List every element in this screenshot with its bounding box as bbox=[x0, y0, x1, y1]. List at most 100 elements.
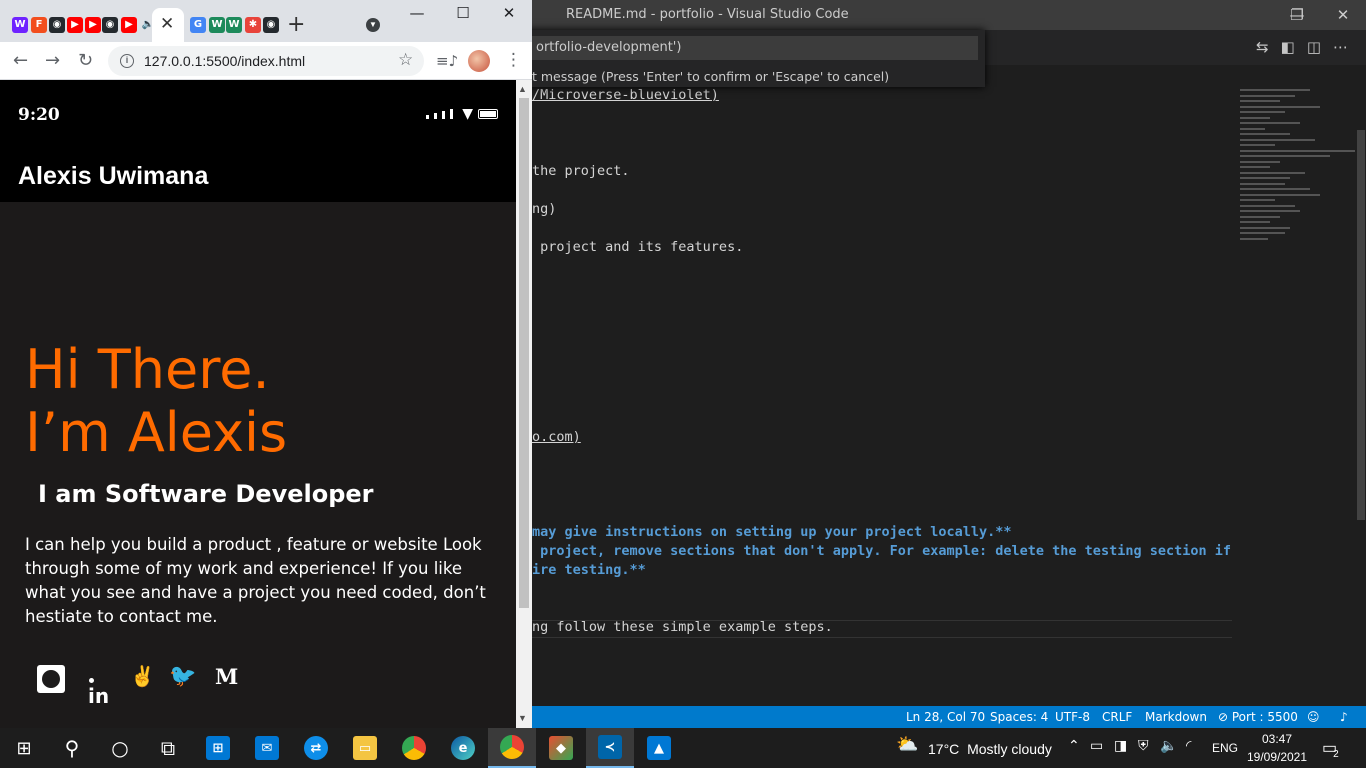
commit-message-input[interactable]: ortfolio-development') bbox=[530, 36, 978, 60]
more-actions-icon[interactable]: ⋯ bbox=[1333, 38, 1348, 56]
editor-line[interactable]: /Microverse-blueviolet) bbox=[532, 87, 719, 103]
minimap[interactable] bbox=[1232, 87, 1356, 247]
teamviewer-icon[interactable]: ⇄ bbox=[292, 728, 340, 768]
back-icon[interactable]: ← bbox=[13, 50, 28, 71]
minimap-line bbox=[1240, 138, 1315, 141]
task-view-icon[interactable]: ⧉ bbox=[144, 728, 192, 768]
figma-icon[interactable]: F bbox=[31, 17, 47, 33]
editor-line[interactable]: ng follow these simple example steps. bbox=[532, 619, 833, 635]
mail-icon[interactable]: ✉ bbox=[243, 728, 291, 768]
angellist-icon[interactable]: ✌ bbox=[130, 664, 155, 688]
end-of-line[interactable]: CRLF bbox=[1102, 710, 1132, 724]
encoding[interactable]: UTF-8 bbox=[1055, 710, 1090, 724]
tab-close-icon[interactable]: ✕ bbox=[160, 14, 174, 34]
github-icon[interactable]: ◉ bbox=[49, 17, 65, 33]
close-button[interactable]: ✕ bbox=[1320, 0, 1366, 30]
editor-line[interactable]: o.com) bbox=[532, 429, 581, 445]
address-bar[interactable]: i 127.0.0.1:5500/index.html ☆ bbox=[108, 46, 424, 76]
chrome-profile-icon[interactable] bbox=[488, 728, 536, 768]
editor-scrollbar-thumb[interactable] bbox=[1357, 130, 1365, 520]
minimize-button[interactable]: — bbox=[394, 4, 440, 28]
asterisk-icon[interactable]: ✱ bbox=[245, 17, 261, 33]
input-language[interactable]: ENG bbox=[1212, 741, 1238, 755]
cursor-position[interactable]: Ln 28, Col 70 bbox=[906, 710, 985, 724]
github-icon[interactable]: ◉ bbox=[102, 17, 118, 33]
medium-icon[interactable]: M bbox=[215, 664, 238, 689]
forward-icon[interactable]: → bbox=[45, 50, 60, 71]
editor-line[interactable]: ire testing.** bbox=[532, 562, 646, 578]
scroll-down-arrow-icon[interactable]: ▼ bbox=[518, 713, 527, 723]
editor-line[interactable]: ng) bbox=[532, 201, 556, 217]
broadcast-icon: ⊘ bbox=[1218, 710, 1232, 724]
microverse-icon[interactable]: W bbox=[12, 17, 28, 33]
tab-search-icon[interactable]: ▼ bbox=[366, 18, 380, 32]
github-icon[interactable]: ◉ bbox=[263, 17, 279, 33]
editor-line[interactable]: project, remove sections that don't appl… bbox=[532, 543, 1231, 559]
maximize-button[interactable]: ☐ bbox=[440, 4, 486, 28]
bookmark-star-icon[interactable]: ☆ bbox=[398, 50, 413, 70]
minimap-line bbox=[1240, 177, 1290, 179]
antivirus-icon[interactable]: ◨ bbox=[1114, 738, 1127, 754]
youtube-icon[interactable]: ▶ bbox=[121, 17, 137, 33]
new-tab-button[interactable]: + bbox=[287, 12, 305, 37]
restore-button[interactable]: ❐ bbox=[1274, 0, 1320, 30]
edge-icon[interactable]: e bbox=[439, 728, 487, 768]
security-shield-icon[interactable]: ⛨ bbox=[1138, 738, 1149, 754]
chrome-icon[interactable] bbox=[390, 728, 438, 768]
show-hidden-icons-icon[interactable]: ⌃ bbox=[1068, 738, 1080, 754]
profile-avatar[interactable] bbox=[468, 50, 490, 72]
github-icon[interactable] bbox=[37, 665, 65, 693]
clock-date[interactable]: 19/09/2021 bbox=[1246, 750, 1308, 764]
battery-tray-icon[interactable]: ▭ bbox=[1090, 738, 1103, 754]
brand-logo[interactable]: Alexis Uwimana bbox=[18, 162, 208, 191]
signal-icon bbox=[426, 115, 430, 119]
file-explorer-icon[interactable]: ▭ bbox=[341, 728, 389, 768]
close-button[interactable]: ✕ bbox=[486, 4, 532, 28]
chrome-menu-icon[interactable]: ⋮ bbox=[505, 50, 522, 70]
cortana-icon[interactable]: ○ bbox=[96, 728, 144, 768]
clock-time[interactable]: 03:47 bbox=[1250, 732, 1304, 746]
language-mode[interactable]: Markdown bbox=[1145, 710, 1207, 724]
git-client-icon[interactable]: ◆ bbox=[537, 728, 585, 768]
site-header: Alexis Uwimana bbox=[0, 146, 516, 202]
open-preview-icon[interactable]: ◧ bbox=[1281, 38, 1295, 56]
editor-line[interactable]: the project. bbox=[532, 163, 630, 179]
compare-changes-icon[interactable]: ⇆ bbox=[1256, 38, 1269, 56]
indentation[interactable]: Spaces: 4 bbox=[990, 710, 1048, 724]
vscode-icon[interactable]: ≺ bbox=[586, 728, 634, 768]
google-icon[interactable]: G bbox=[190, 17, 206, 33]
notifications-bell-icon[interactable]: ♪ bbox=[1340, 710, 1348, 724]
volume-icon[interactable]: 🔈 bbox=[1160, 738, 1177, 754]
url-text[interactable]: 127.0.0.1:5500/index.html bbox=[144, 53, 305, 69]
editor-line[interactable]: may give instructions on setting up your… bbox=[532, 524, 1012, 540]
hero-subtitle: I am Software Developer bbox=[38, 480, 374, 508]
weather-widget[interactable]: 17°C Mostly cloudy bbox=[928, 741, 1052, 757]
social-links: in ✌ 🐦 M bbox=[0, 660, 516, 720]
weather-condition: Mostly cloudy bbox=[967, 741, 1052, 757]
minimap-line bbox=[1240, 221, 1270, 223]
youtube-icon[interactable]: ▶ bbox=[85, 17, 101, 33]
medium-icon[interactable]: W bbox=[209, 17, 225, 33]
linkedin-icon[interactable]: in bbox=[88, 684, 109, 708]
youtube-icon[interactable]: ▶ bbox=[67, 17, 83, 33]
weather-cloud-icon[interactable]: ⛅ bbox=[896, 734, 918, 755]
photos-icon[interactable]: ▲ bbox=[635, 728, 683, 768]
split-editor-icon[interactable]: ◫ bbox=[1307, 38, 1321, 56]
scroll-up-arrow-icon[interactable]: ▲ bbox=[518, 84, 527, 94]
weather-temperature: 17°C bbox=[928, 741, 960, 757]
media-control-icon[interactable]: ≡♪ bbox=[436, 52, 458, 70]
action-center-icon[interactable]: ▭2 bbox=[1322, 738, 1343, 760]
twitter-icon[interactable]: 🐦 bbox=[169, 664, 196, 689]
site-info-icon[interactable]: i bbox=[120, 54, 134, 68]
reload-icon[interactable]: ↻ bbox=[78, 50, 93, 71]
network-icon[interactable]: ◜ bbox=[1186, 738, 1191, 754]
editor-line[interactable]: project and its features. bbox=[532, 239, 743, 255]
minimap-line bbox=[1240, 199, 1275, 201]
feedback-icon[interactable]: ☺ bbox=[1307, 710, 1320, 724]
store-icon[interactable]: ⊞ bbox=[194, 728, 242, 768]
live-server-status[interactable]: ⊘ Port : 5500 bbox=[1218, 710, 1298, 724]
start-button[interactable]: ⊞ bbox=[0, 728, 48, 768]
medium-icon[interactable]: W bbox=[226, 17, 242, 33]
page-scrollbar-thumb[interactable] bbox=[519, 98, 529, 608]
search-icon[interactable]: ⚲ bbox=[48, 728, 96, 768]
